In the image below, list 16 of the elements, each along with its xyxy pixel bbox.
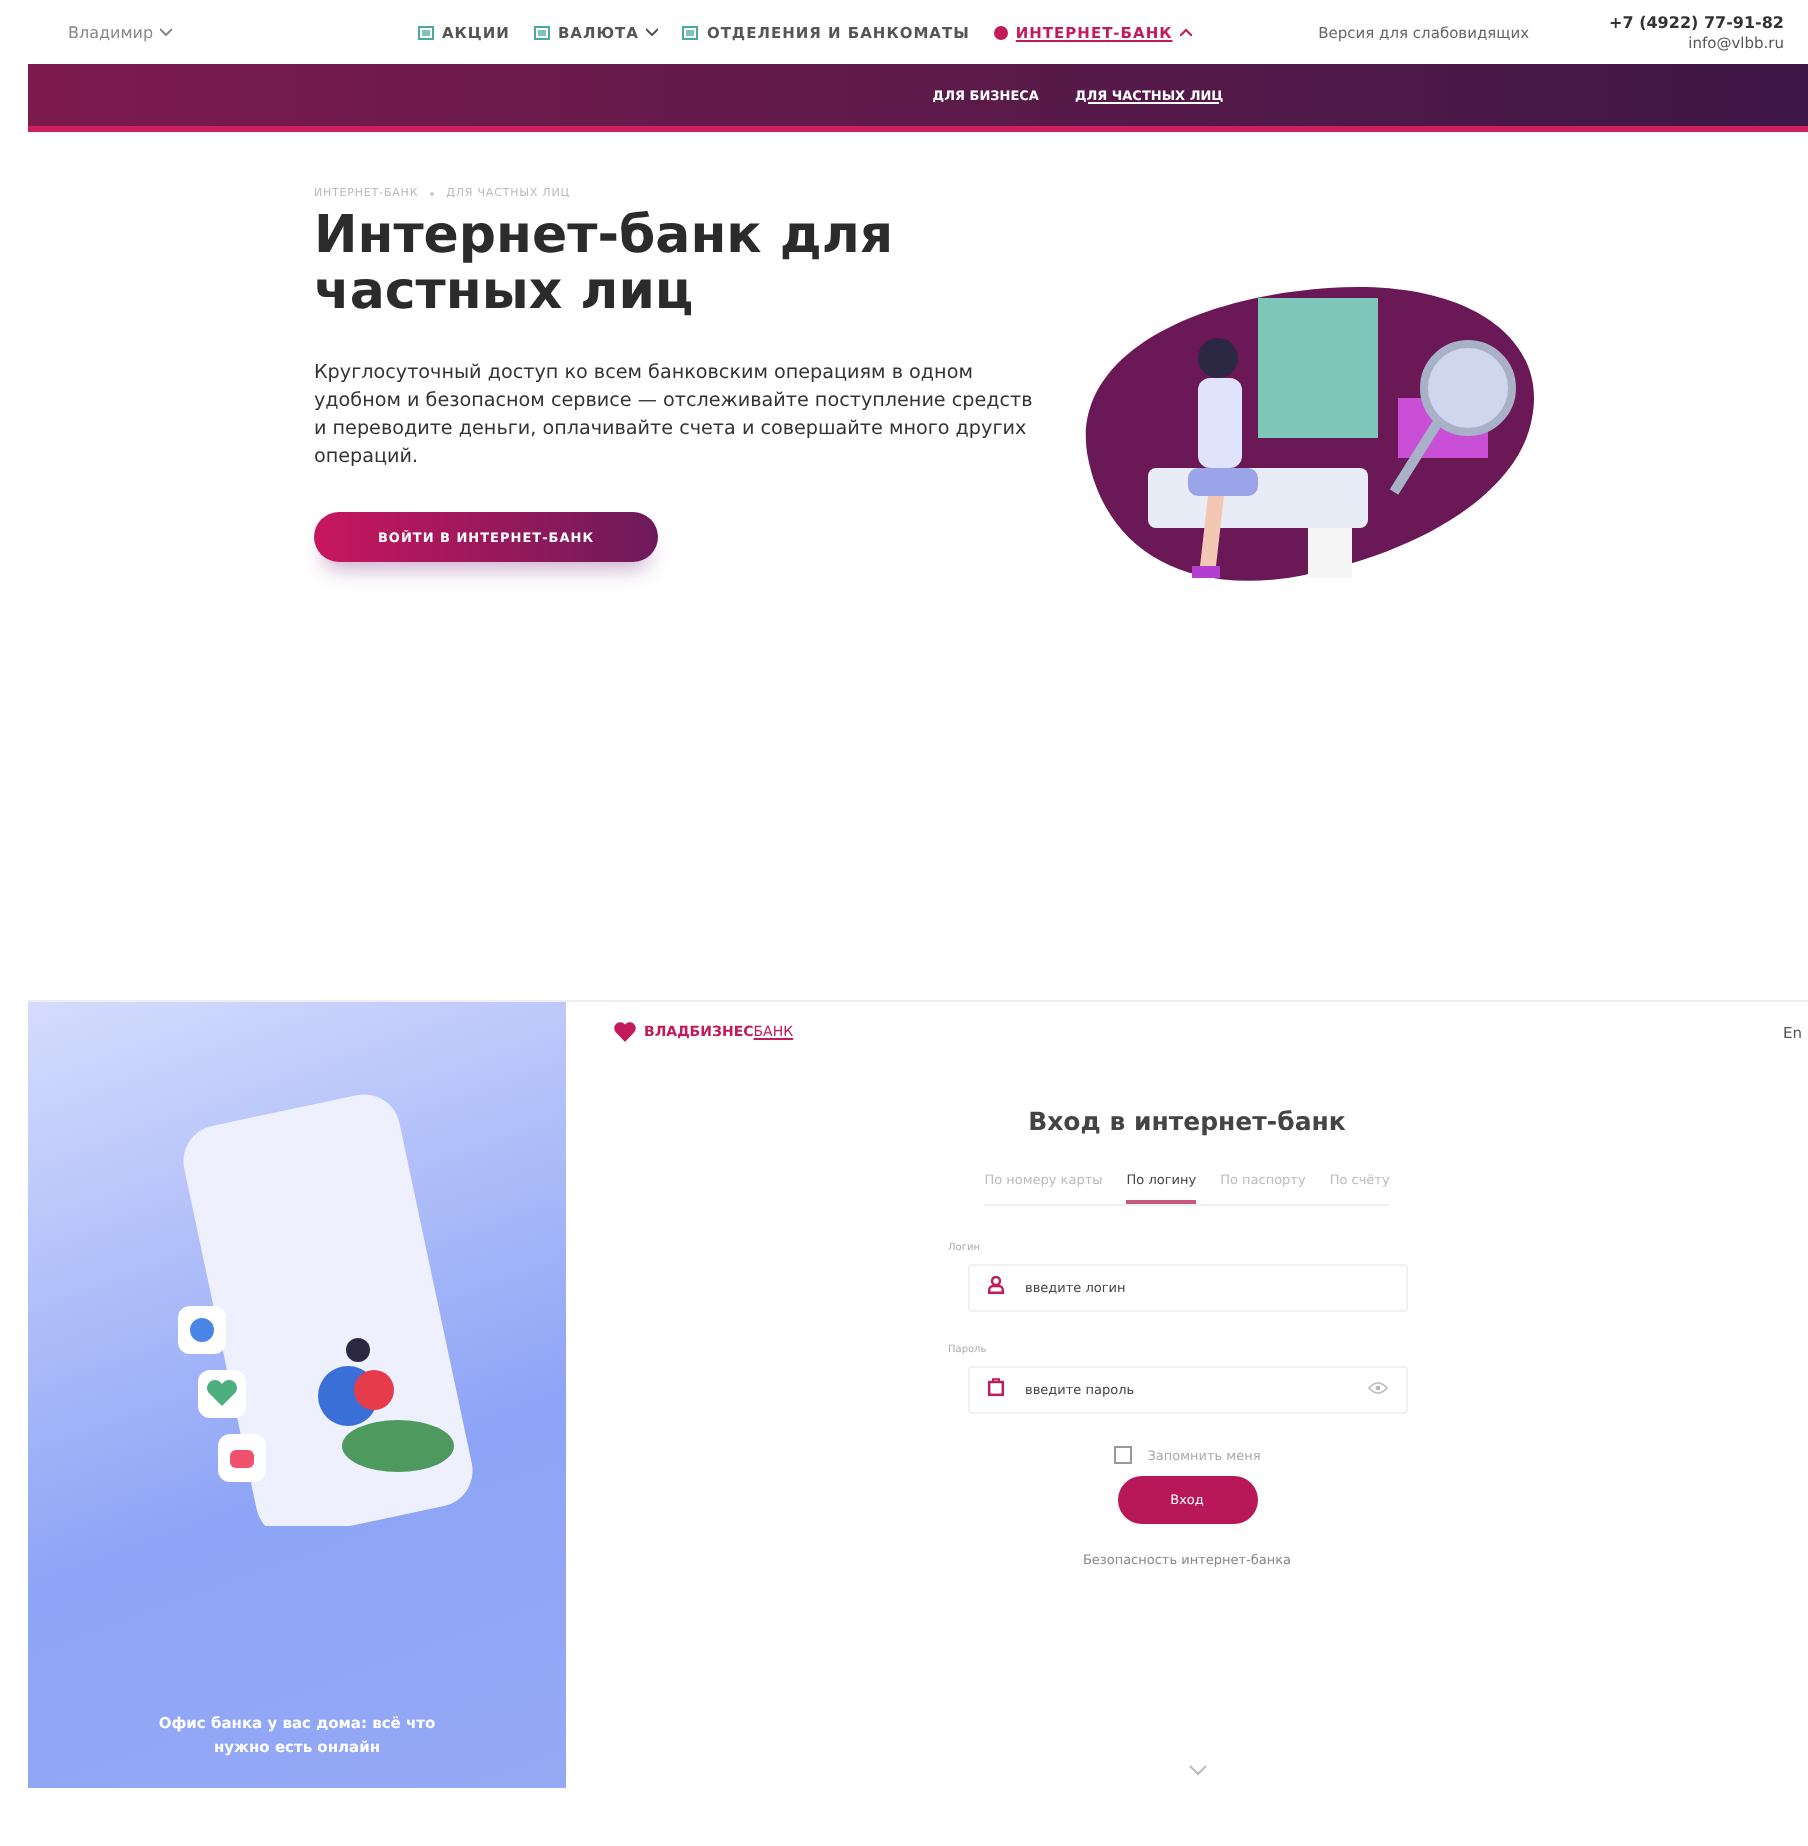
lock-icon xyxy=(987,1378,1003,1396)
caret-icon xyxy=(646,28,659,36)
caret-icon xyxy=(1180,28,1193,36)
user-icon xyxy=(987,1276,1003,1294)
caret-icon xyxy=(159,28,172,36)
eye-icon[interactable] xyxy=(1367,1382,1387,1394)
card-icon xyxy=(533,25,550,39)
card-icon xyxy=(682,25,699,39)
page-title: Интернет-банк для частных лиц xyxy=(314,208,896,320)
chevron-down-icon[interactable] xyxy=(1187,1764,1207,1776)
card-icon xyxy=(418,25,434,39)
phone-number: +7 (4922) 77-91-82 xyxy=(1609,13,1784,31)
heart-logo-icon xyxy=(614,1022,636,1042)
login-heading: Вход в интернет-банк xyxy=(1028,1106,1346,1136)
hero-description: Круглосуточный доступ ко всем банковским операциям в одном удобном и безопасном сервисе — отслеживайте поступление средств и переводите деньги, оплачивайте счета и совершайте много других операций. xyxy=(314,360,1035,472)
city-selector[interactable]: Владимир xyxy=(68,23,418,41)
